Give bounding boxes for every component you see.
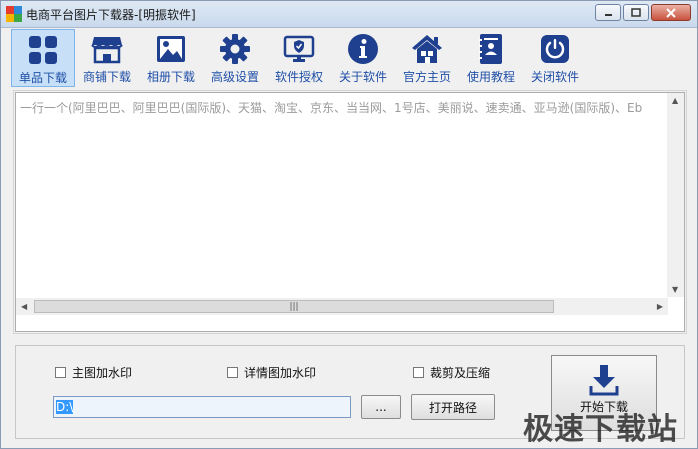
tool-shop-download[interactable]: 商铺下载 [75,29,139,87]
download-icon [589,365,619,396]
app-logo-icon [6,6,22,22]
crop-compress-checkbox[interactable]: 裁剪及压缩 [413,364,490,381]
vertical-scrollbar[interactable]: ▲ ▼ [667,93,684,297]
main-window: 电商平台图片下载器-[明振软件] 单品下载 商铺下载 相册下载 高级设置 软件授… [0,0,698,449]
tool-label: 高级设置 [210,70,259,84]
grip-icon: ||| [289,301,299,312]
save-path-value: D:\ [56,400,74,414]
tool-license[interactable]: 软件授权 [267,29,331,87]
book-icon [474,32,508,66]
tool-single-download[interactable]: 单品下载 [11,29,75,87]
scroll-left-icon[interactable]: ◀ [21,302,27,311]
main-watermark-checkbox[interactable]: 主图加水印 [55,364,132,381]
close-icon [666,7,676,18]
checkbox-box[interactable] [413,367,424,378]
checkbox-label: 主图加水印 [72,366,133,380]
tool-label: 关闭软件 [530,70,579,84]
home-icon [410,32,444,66]
info-icon [346,32,380,66]
scroll-up-icon[interactable]: ▲ [672,96,678,105]
scroll-down-icon[interactable]: ▼ [672,285,678,294]
checkbox-label: 裁剪及压缩 [430,366,491,380]
tool-about[interactable]: 关于软件 [331,29,395,87]
detail-watermark-checkbox[interactable]: 详情图加水印 [227,364,316,381]
title-bar: 电商平台图片下载器-[明振软件] [1,1,697,28]
tool-exit[interactable]: 关闭软件 [523,29,587,87]
browse-button[interactable]: ... [361,395,401,419]
gear-icon [218,32,252,66]
minimize-icon [604,14,612,16]
save-path-input[interactable]: D:\ [53,396,351,418]
checkbox-box[interactable] [227,367,238,378]
tool-album-download[interactable]: 相册下载 [139,29,203,87]
store-icon [90,32,124,66]
tool-tutorial[interactable]: 使用教程 [459,29,523,87]
tool-homepage[interactable]: 官方主页 [395,29,459,87]
scroll-right-icon[interactable]: ▶ [657,302,663,311]
maximize-button[interactable] [623,4,649,21]
scroll-thumb[interactable]: ||| [34,300,554,313]
window-title: 电商平台图片下载器-[明振软件] [26,8,196,22]
close-button[interactable] [651,4,691,21]
tool-label: 官方主页 [402,70,451,84]
minimize-button[interactable] [595,4,621,21]
power-icon [538,32,572,66]
maximize-icon [631,8,641,17]
toolbar: 单品下载 商铺下载 相册下载 高级设置 软件授权 关于软件 官方主页 使用教程 … [11,29,587,89]
grid-icon [26,33,60,67]
tool-label: 单品下载 [18,71,67,85]
site-watermark: 极速下载站 [523,412,678,447]
tool-advanced-settings[interactable]: 高级设置 [203,29,267,87]
open-path-button[interactable]: 打开路径 [411,394,495,420]
tool-label: 关于软件 [338,70,387,84]
horizontal-scrollbar[interactable]: ◀ ||| ▶ [16,298,668,315]
checkbox-box[interactable] [55,367,66,378]
url-textarea[interactable]: 一行一个(阿里巴巴、阿里巴巴(国际版)、天猫、淘宝、京东、当当网、1号店、美丽说… [13,90,687,334]
monitor-shield-icon [282,32,316,66]
tool-label: 相册下载 [146,70,195,84]
checkbox-label: 详情图加水印 [244,366,317,380]
window-controls [593,4,691,21]
tool-label: 使用教程 [466,70,515,84]
tool-label: 商铺下载 [82,70,131,84]
tool-label: 软件授权 [274,70,323,84]
url-textarea-placeholder: 一行一个(阿里巴巴、阿里巴巴(国际版)、天猫、淘宝、京东、当当网、1号店、美丽说… [20,101,643,115]
image-icon [154,32,188,66]
